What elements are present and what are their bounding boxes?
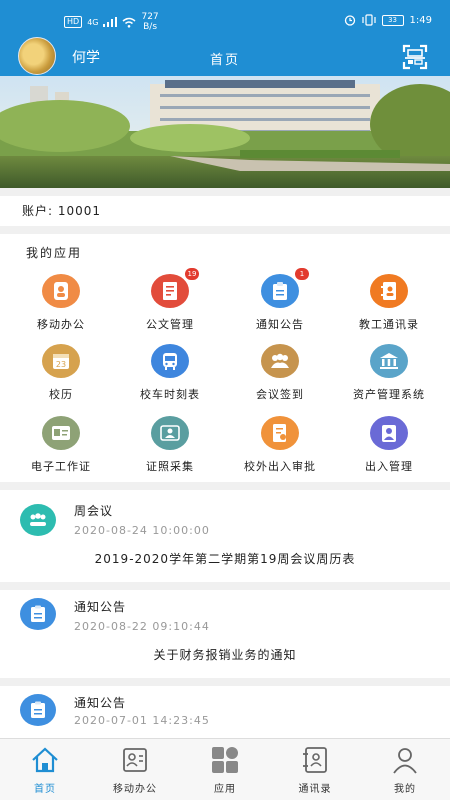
person-icon	[393, 748, 417, 774]
message-content: 关于财务报销业务的通知	[153, 648, 297, 662]
signal-label: 4G	[87, 17, 99, 27]
clock: 1:49	[409, 14, 432, 26]
my-apps-section: 我的应用 移动办公 19 公文管理 1 通知公告 教工通讯录 23 校历 校车时…	[0, 234, 450, 482]
app-staff-directory[interactable]: 教工通讯录	[333, 274, 445, 332]
bottom-tab-bar: 首页 移动办公 应用 通讯录 我的	[0, 738, 450, 800]
message-title: 通知公告	[74, 696, 127, 710]
campus-photo	[0, 76, 450, 188]
mobile-office-icon	[42, 274, 80, 308]
tab-label: 通讯录	[298, 784, 332, 795]
message-card[interactable]: 通知公告 2020-07-01 14:23:45	[0, 686, 450, 738]
tab-mobile-office[interactable]: 移动办公	[90, 745, 180, 795]
section-title: 我的应用	[26, 246, 83, 260]
campus-banner[interactable]	[0, 76, 450, 188]
clipboard-icon	[20, 598, 56, 630]
app-school-calendar[interactable]: 23 校历	[5, 344, 117, 402]
account-line: 账户: 10001	[0, 196, 450, 226]
meeting-group-icon	[20, 504, 56, 536]
clipboard-icon: 1	[261, 268, 309, 308]
home-icon	[32, 747, 58, 773]
app-document-management[interactable]: 19 公文管理	[114, 268, 226, 332]
app-notice[interactable]: 1 通知公告	[224, 268, 336, 332]
app-electronic-work-id[interactable]: 电子工作证	[5, 416, 117, 474]
app-label: 公文管理	[146, 318, 194, 331]
unread-badge: 1	[295, 268, 309, 280]
id-card-tab-icon	[123, 748, 147, 772]
document-icon: 19	[151, 268, 199, 308]
app-label: 资产管理系统	[353, 388, 425, 401]
message-title: 周会议	[74, 504, 114, 518]
message-title: 通知公告	[74, 600, 127, 614]
battery-icon: 33	[381, 14, 404, 26]
app-label: 证照采集	[146, 460, 194, 473]
page-title: 首页	[209, 53, 240, 68]
app-mobile-office[interactable]: 移动办公	[5, 274, 117, 332]
alarm-icon	[344, 15, 355, 26]
calendar-icon: 23	[42, 344, 80, 378]
app-label: 通知公告	[256, 318, 304, 331]
app-header: 何学 首页	[0, 37, 450, 76]
tab-home[interactable]: 首页	[0, 745, 90, 795]
app-bus-schedule[interactable]: 校车时刻表	[114, 344, 226, 402]
user-badge-icon	[370, 416, 408, 450]
app-offcampus-approval[interactable]: 校外出入审批	[224, 416, 336, 474]
tab-label: 应用	[214, 784, 236, 795]
meeting-icon	[261, 344, 299, 378]
photo-icon	[151, 416, 189, 450]
app-photo-collection[interactable]: 证照采集	[114, 416, 226, 474]
app-label: 会议签到	[256, 388, 304, 401]
tab-label: 首页	[34, 784, 56, 795]
tab-mine[interactable]: 我的	[360, 745, 450, 795]
network-speed: 727 B/s	[141, 12, 158, 32]
bank-icon	[370, 344, 408, 378]
app-meeting-checkin[interactable]: 会议签到	[224, 344, 336, 402]
approval-icon	[261, 416, 299, 450]
wifi-icon	[123, 17, 136, 28]
clipboard-icon	[20, 694, 56, 726]
speed-value: 727	[141, 12, 159, 22]
tab-label: 我的	[394, 784, 416, 795]
bus-icon	[151, 344, 189, 378]
tab-apps[interactable]: 应用	[180, 745, 270, 795]
tab-label: 移动办公	[113, 784, 157, 795]
app-label: 电子工作证	[31, 460, 91, 473]
scan-icon[interactable]	[402, 44, 428, 70]
speed-unit: B/s	[143, 22, 158, 32]
signal-icon	[103, 17, 118, 27]
app-label: 出入管理	[365, 460, 413, 473]
address-book-icon	[303, 747, 327, 773]
message-content: 2019-2020学年第二学期第19周会议周历表	[94, 552, 356, 566]
message-time: 2020-08-24 10:00:00	[74, 524, 210, 537]
app-asset-management[interactable]: 资产管理系统	[333, 344, 445, 402]
id-card-icon	[42, 416, 80, 450]
tab-contacts[interactable]: 通讯录	[270, 745, 360, 795]
status-bar: HD 4G 727 B/s 33 1:49	[0, 0, 450, 40]
message-time: 2020-08-22 09:10:44	[74, 620, 210, 633]
app-access-management[interactable]: 出入管理	[333, 416, 445, 474]
app-label: 校车时刻表	[140, 388, 200, 401]
vibrate-icon	[361, 14, 376, 26]
message-card[interactable]: 通知公告 2020-08-22 09:10:44 关于财务报销业务的通知	[0, 590, 450, 678]
app-label: 教工通讯录	[359, 318, 419, 331]
app-label: 校历	[49, 388, 73, 401]
svg-text:23: 23	[56, 360, 66, 369]
unread-badge: 19	[185, 268, 199, 280]
message-time: 2020-07-01 14:23:45	[74, 714, 210, 727]
contact-book-icon	[370, 274, 408, 308]
message-card[interactable]: 周会议 2020-08-24 10:00:00 2019-2020学年第二学期第…	[0, 490, 450, 582]
apps-grid-icon	[212, 747, 238, 773]
network-tag: HD	[64, 16, 83, 28]
app-label: 校外出入审批	[244, 460, 316, 473]
app-label: 移动办公	[37, 318, 85, 331]
